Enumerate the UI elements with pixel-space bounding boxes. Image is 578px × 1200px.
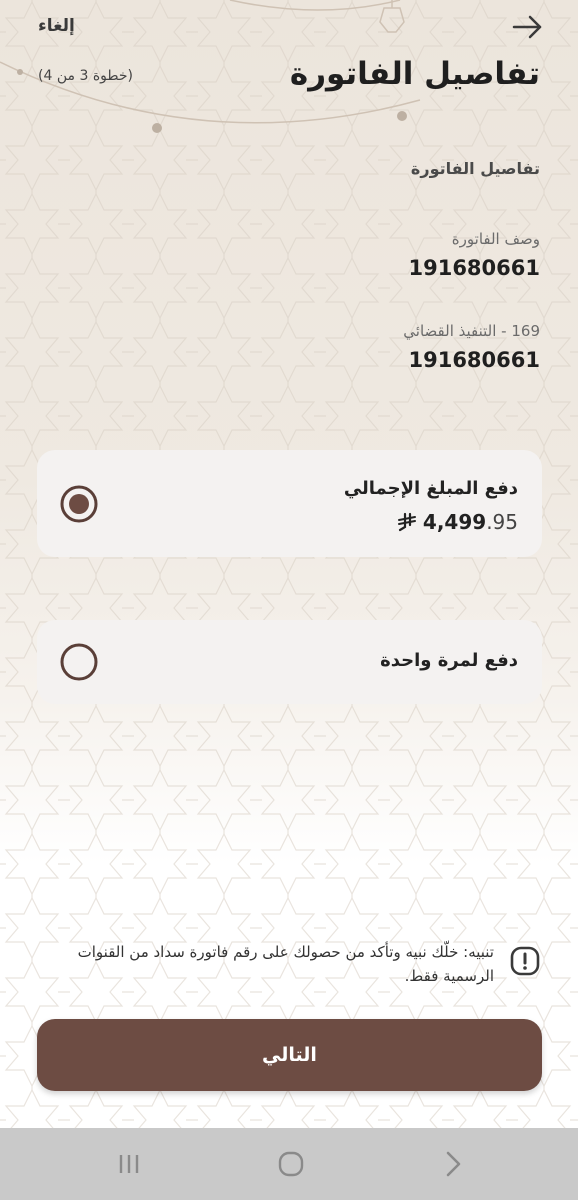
pay-full-amount-option[interactable]: دفع المبلغ الإجمالي 4,499 .95: [37, 450, 542, 557]
page-title: تفاصيل الفاتورة: [289, 56, 540, 92]
section-title: تفاصيل الفاتورة: [410, 159, 540, 178]
cancel-link[interactable]: إلغاء: [38, 16, 75, 36]
total-amount: 4,499 .95: [397, 508, 518, 536]
recent-apps-icon[interactable]: [112, 1148, 146, 1180]
screen: إلغاء تفاصيل الفاتورة (خطوة 3 من 4) تفاص…: [0, 0, 578, 1200]
amount-integer: 4,499: [422, 510, 487, 534]
riyal-icon: [397, 512, 416, 532]
home-icon[interactable]: [274, 1148, 308, 1180]
next-button[interactable]: التالي: [37, 1019, 542, 1091]
exclamation-icon: [510, 946, 540, 976]
description-value: 191680661: [408, 256, 540, 280]
category-label: 169 - التنفيذ القضائي: [403, 322, 540, 340]
back-arrow-icon[interactable]: [510, 12, 544, 42]
step-indicator: (خطوة 3 من 4): [38, 68, 133, 84]
radio-selected-icon[interactable]: [59, 484, 99, 524]
category-value: 191680661: [408, 348, 540, 372]
radio-unselected-icon[interactable]: [59, 642, 99, 682]
system-navigation-bar: [0, 1128, 578, 1200]
back-nav-icon[interactable]: [436, 1148, 470, 1180]
notice-text: تنبيه: خلّك نبيه وتأكد من حصولك على رقم …: [77, 943, 494, 985]
pay-full-amount-label: دفع المبلغ الإجمالي: [343, 478, 518, 499]
description-label: وصف الفاتورة: [451, 230, 540, 248]
amount-decimal: .95: [486, 510, 518, 534]
pay-once-option[interactable]: دفع لمرة واحدة: [37, 620, 542, 704]
pay-once-label: دفع لمرة واحدة: [380, 650, 518, 671]
